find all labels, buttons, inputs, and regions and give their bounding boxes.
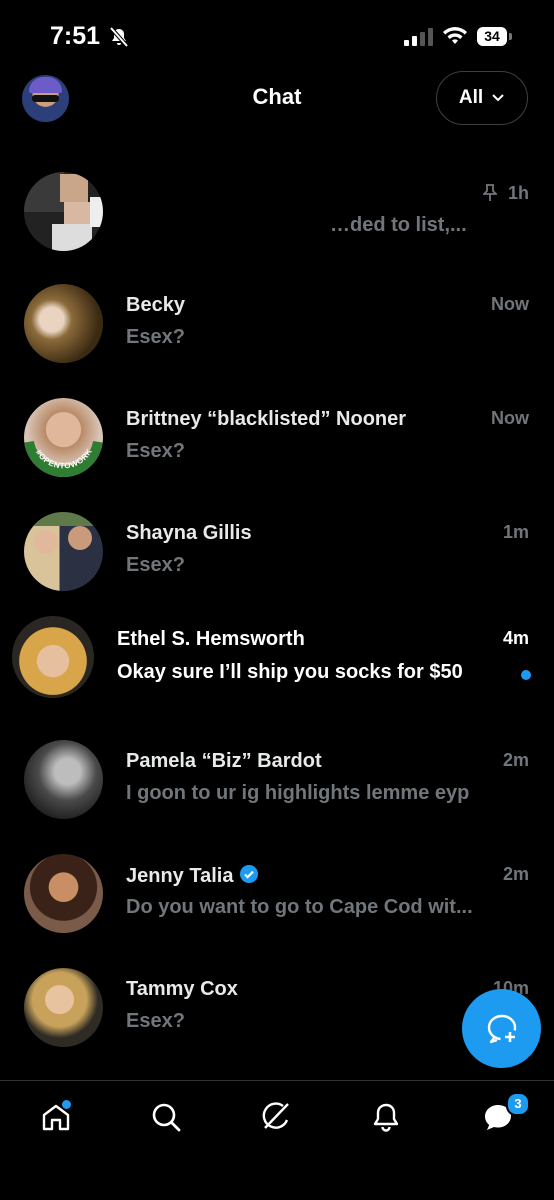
tab-notifications[interactable] bbox=[366, 1097, 406, 1137]
conversation-time: Now bbox=[491, 294, 529, 314]
contact-avatar bbox=[24, 968, 103, 1047]
conversation-row[interactable]: Pamela “Biz” Bardot I goon to ur ig high… bbox=[0, 722, 554, 836]
home-notification-dot bbox=[61, 1099, 72, 1110]
conversation-row-unread[interactable]: Ethel S. Hemsworth Okay sure I’ll ship y… bbox=[0, 608, 554, 722]
contact-name: Ethel S. Hemsworth bbox=[117, 628, 305, 650]
new-message-button[interactable] bbox=[462, 989, 541, 1068]
conversation-preview: Do you want to go to Cape Cod wit... bbox=[126, 896, 473, 918]
chat-header: Chat All bbox=[0, 70, 554, 130]
pin-icon bbox=[483, 184, 497, 201]
bell-muted-icon bbox=[109, 26, 129, 48]
contact-name: Shayna Gillis bbox=[126, 522, 252, 544]
conversation-row-pinned[interactable]: …ded to list,... 1h bbox=[0, 152, 554, 266]
conversation-preview: Esex? bbox=[126, 554, 185, 576]
conversation-row[interactable]: #OPENTOWORK Brittney “blacklisted” Noone… bbox=[0, 380, 554, 494]
contact-avatar: #OPENTOWORK bbox=[24, 398, 103, 477]
contact-name: Becky bbox=[126, 294, 185, 316]
tab-messages[interactable]: 3 bbox=[478, 1092, 530, 1137]
contact-name: Brittney “blacklisted” Nooner bbox=[126, 408, 407, 430]
conversation-row[interactable]: Jenny Talia Do you want to go to Cape Co… bbox=[0, 836, 554, 950]
contact-avatar bbox=[24, 284, 103, 363]
clock: 7:51 bbox=[50, 22, 101, 50]
cellular-signal-icon bbox=[404, 28, 433, 46]
messages-unread-badge: 3 bbox=[506, 1092, 530, 1116]
contact-name: Tammy Cox bbox=[126, 978, 238, 1000]
open-to-work-ring: #OPENTOWORK bbox=[24, 440, 103, 477]
battery-indicator: 34 bbox=[477, 27, 512, 46]
contact-name: Jenny Talia bbox=[126, 864, 259, 888]
compose-message-icon bbox=[487, 1014, 516, 1043]
conversation-time: 4m bbox=[502, 628, 529, 648]
conversation-preview: Esex? bbox=[126, 440, 185, 462]
filter-label: All bbox=[458, 87, 484, 108]
bottom-tab-bar: 3 bbox=[0, 1080, 554, 1200]
grok-icon bbox=[262, 1102, 289, 1129]
contact-avatar bbox=[24, 512, 103, 591]
unread-indicator bbox=[521, 670, 531, 680]
search-icon bbox=[152, 1103, 181, 1132]
tab-home[interactable] bbox=[36, 1097, 76, 1137]
conversation-time: 2m bbox=[502, 750, 529, 770]
conversation-time: Now bbox=[491, 408, 529, 428]
conversation-time: 1h bbox=[507, 183, 529, 203]
contact-avatar bbox=[24, 854, 103, 933]
status-bar: 7:51 34 bbox=[0, 0, 554, 70]
contact-avatar bbox=[24, 740, 103, 819]
tab-grok[interactable] bbox=[256, 1097, 296, 1137]
verified-badge-icon bbox=[240, 865, 259, 883]
conversation-preview: I goon to ur ig highlights lemme eyp bbox=[126, 782, 470, 804]
contact-avatar bbox=[12, 616, 94, 698]
contact-name: Pamela “Biz” Bardot bbox=[126, 750, 322, 772]
conversation-time: 2m bbox=[502, 864, 529, 884]
conversation-preview: …ded to list,... bbox=[330, 214, 467, 236]
filter-dropdown-button[interactable]: All bbox=[436, 71, 528, 125]
wifi-icon bbox=[443, 27, 467, 44]
conversation-preview: Esex? bbox=[126, 1010, 185, 1032]
conversation-preview: Okay sure I’ll ship you socks for $50 bbox=[117, 661, 463, 683]
group-avatar bbox=[24, 172, 103, 251]
notifications-icon bbox=[373, 1103, 399, 1132]
conversation-row[interactable]: Becky Esex? Now bbox=[0, 266, 554, 380]
conversation-preview: Esex? bbox=[126, 326, 185, 348]
chevron-down-icon bbox=[492, 94, 504, 102]
conversation-row[interactable]: Shayna Gillis Esex? 1m bbox=[0, 494, 554, 608]
battery-level: 34 bbox=[477, 27, 507, 46]
tab-search[interactable] bbox=[146, 1097, 186, 1137]
conversation-time: 1m bbox=[502, 522, 529, 542]
